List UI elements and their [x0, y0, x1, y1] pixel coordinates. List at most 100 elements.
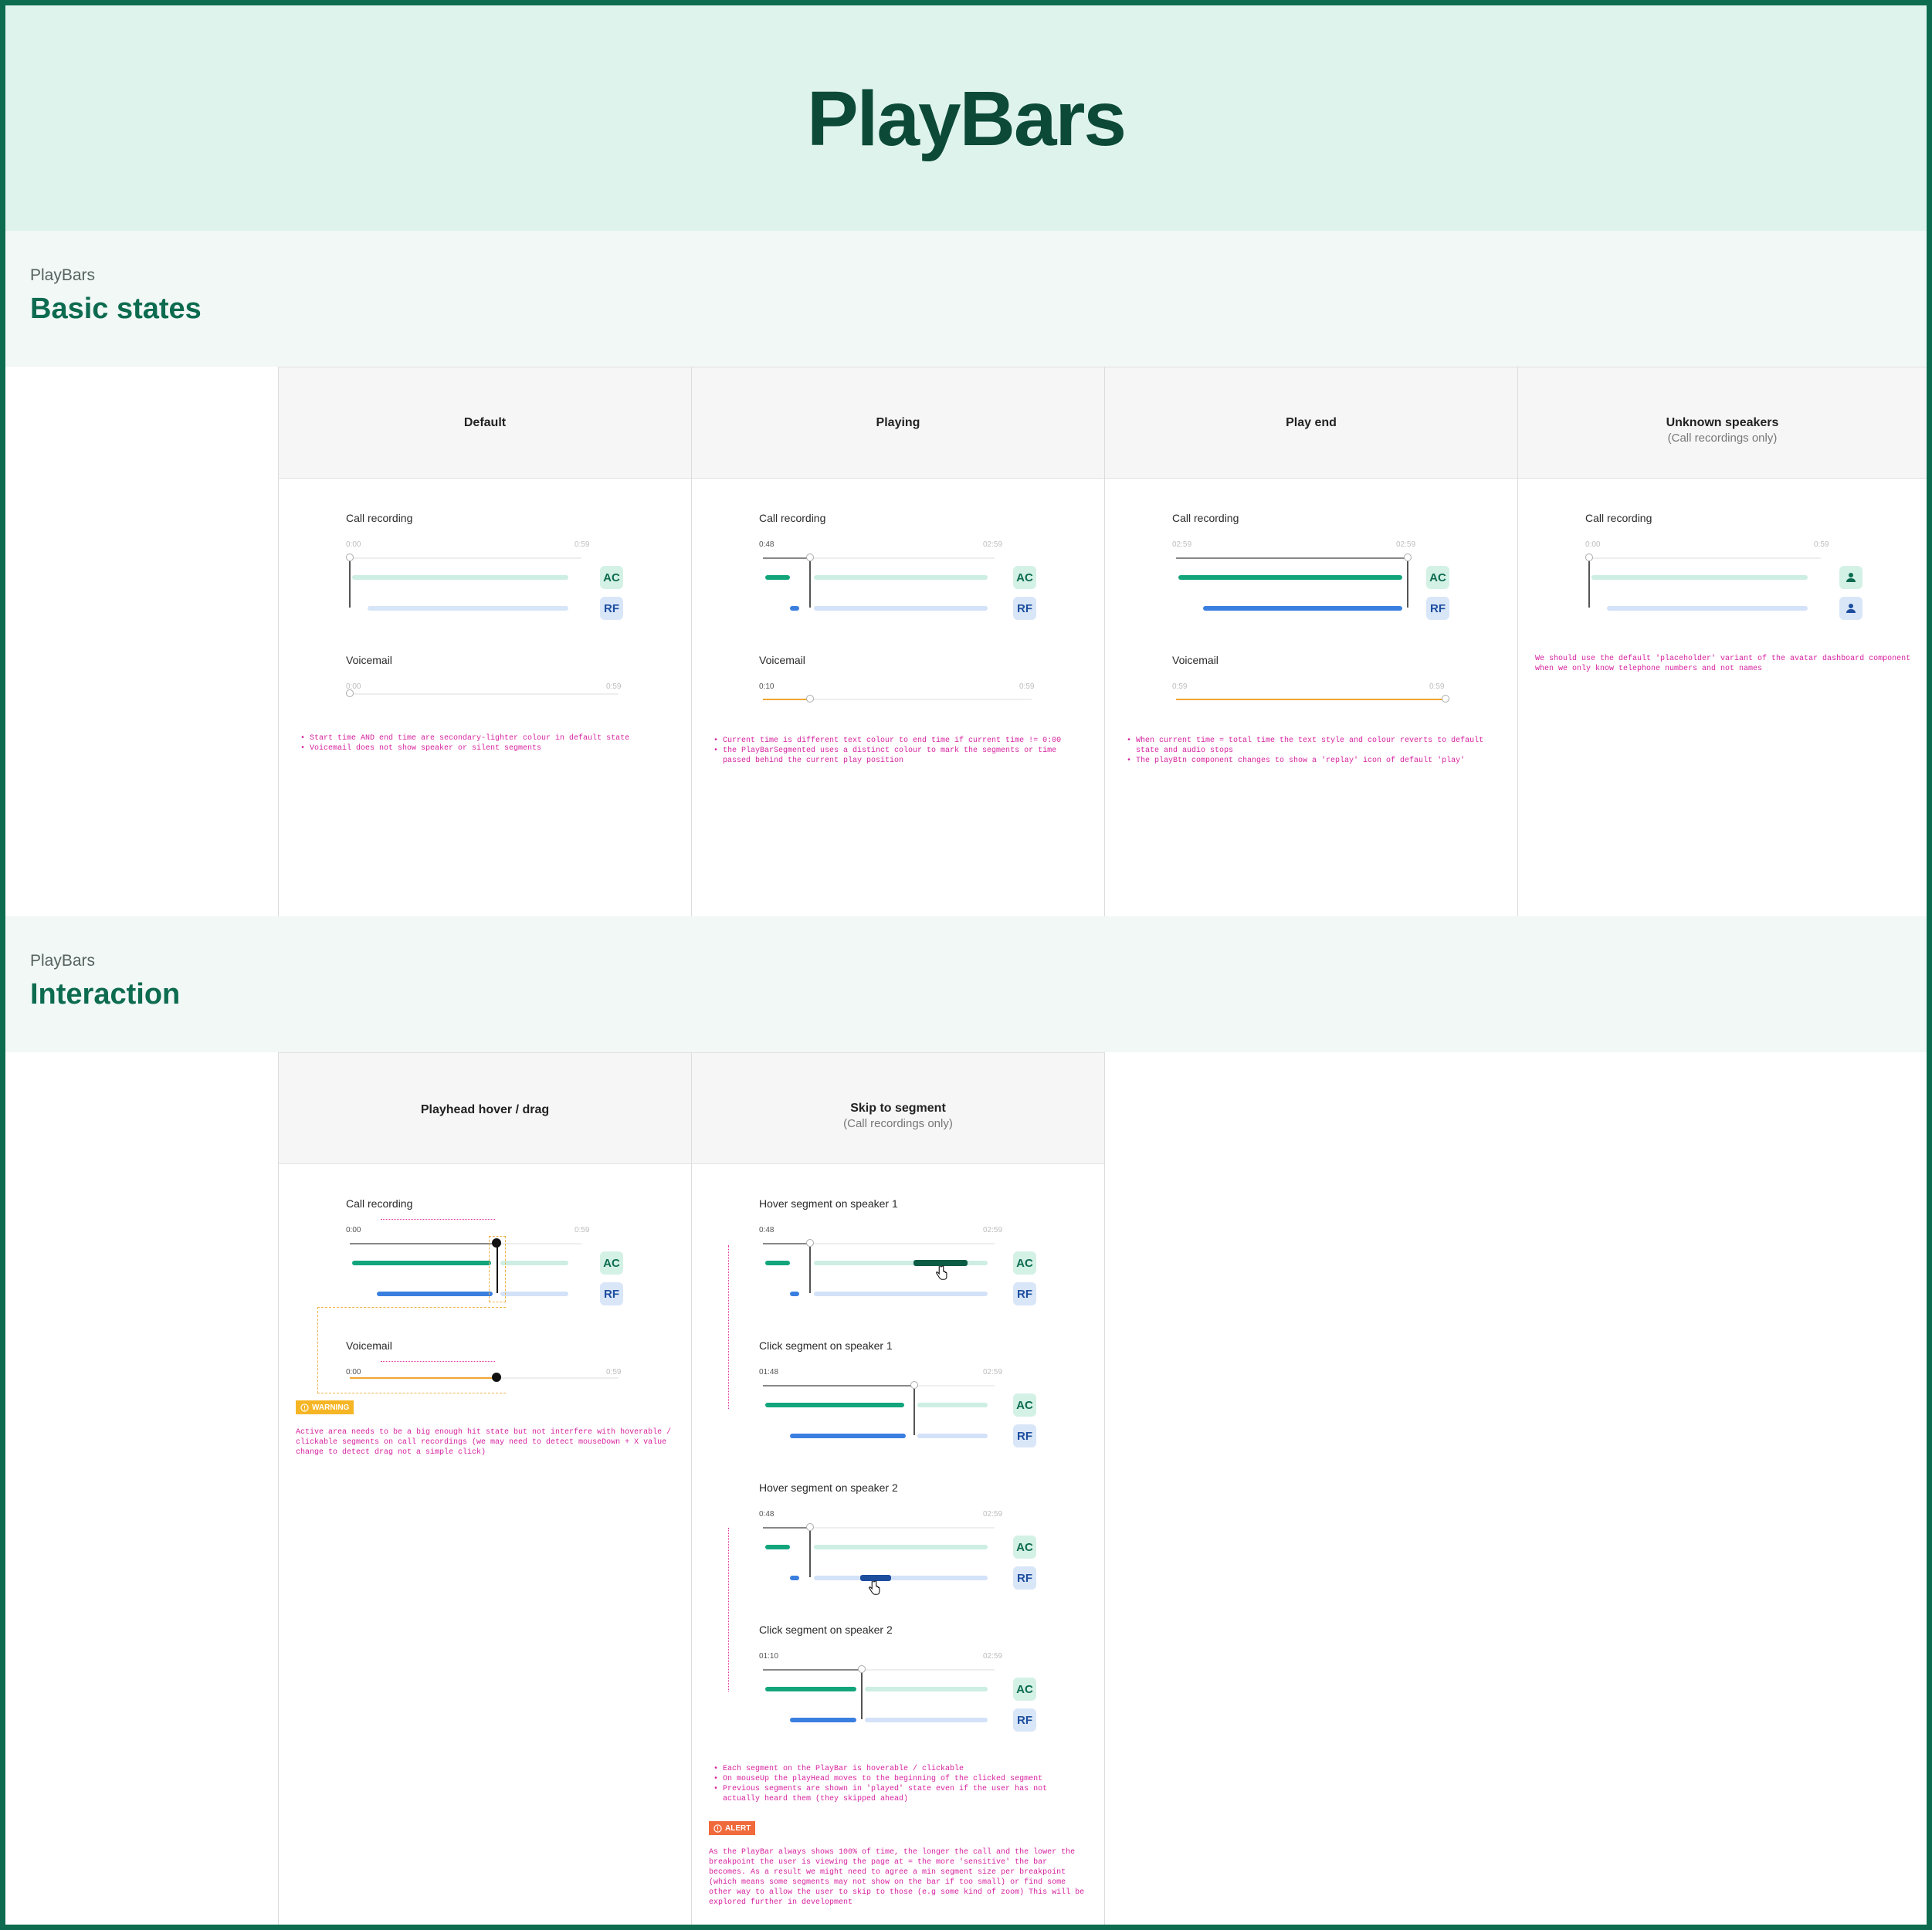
playhead-knob[interactable]	[806, 554, 814, 561]
speaker2-segment-played[interactable]	[790, 1576, 799, 1580]
speaker1-segment-played[interactable]	[765, 1687, 856, 1691]
alert-badge: ALERT	[709, 1821, 756, 1835]
annotation-note: We should use the default 'placeholder' …	[1535, 655, 1911, 673]
column-play-end: Play end Call recording 02:59 02:59 AC R…	[1104, 367, 1518, 917]
annotation-note: • When current time = total time the tex…	[1127, 736, 1484, 765]
speaker2-track[interactable]	[814, 1576, 988, 1580]
progress-track	[809, 557, 995, 559]
end-time: 02:59	[983, 540, 1003, 549]
end-time: 0:59	[1019, 682, 1035, 691]
playhead-knob[interactable]	[806, 695, 814, 703]
click-speaker2-label: Click segment on speaker 2	[759, 1624, 893, 1636]
speaker1-track[interactable]	[865, 1687, 988, 1691]
column-unknown-speakers: Unknown speakers (Call recordings only) …	[1517, 367, 1927, 917]
click-speaker1-label: Click segment on speaker 1	[759, 1339, 893, 1352]
avatar-rf: RF	[600, 1282, 623, 1305]
hover-speaker2-label: Hover segment on speaker 2	[759, 1481, 898, 1494]
hand-cursor-icon	[936, 1265, 947, 1280]
speaker1-track[interactable]	[500, 1261, 568, 1265]
speaker2-segment-played[interactable]	[790, 1292, 799, 1296]
playhead-line	[809, 561, 811, 608]
progress-track	[809, 1527, 995, 1529]
playhead-knob[interactable]	[1442, 695, 1449, 703]
flow-arrow	[728, 1528, 729, 1691]
call-recording-label: Call recording	[1172, 512, 1239, 524]
progress-track	[809, 1243, 995, 1244]
playhead-knob[interactable]	[1404, 554, 1412, 561]
speaker1-segment-played[interactable]	[765, 575, 790, 580]
column-header: Playing	[692, 367, 1104, 479]
call-recording-label: Call recording	[346, 1197, 413, 1210]
speaker2-segment-played[interactable]	[790, 606, 799, 611]
column-hover-drag: Playhead hover / drag Call recording 0:0…	[278, 1052, 692, 1925]
warning-label: WARNING	[312, 1403, 350, 1412]
column-header: Skip to segment (Call recordings only)	[692, 1052, 1104, 1164]
speaker1-segment-played[interactable]	[352, 1261, 491, 1265]
section-basic-header: PlayBars Basic states	[5, 231, 1927, 367]
call-recording-label: Call recording	[1585, 512, 1652, 524]
playhead-knob[interactable]	[806, 1523, 814, 1531]
speaker2-segment-played[interactable]	[377, 1292, 493, 1296]
avatar-rf: RF	[1013, 1282, 1036, 1305]
speaker1-segment-played[interactable]	[765, 1403, 904, 1407]
playhead-knob-dragging[interactable]	[492, 1373, 501, 1382]
avatar-ac: AC	[1013, 1251, 1036, 1275]
speaker2-track[interactable]	[814, 1292, 988, 1296]
speaker2-segment-played[interactable]	[790, 1434, 906, 1438]
column-header: Unknown speakers (Call recordings only)	[1518, 367, 1927, 479]
playhead-line	[861, 1673, 863, 1719]
column-title: Skip to segment	[850, 1102, 946, 1115]
section-interaction-title: Interaction	[30, 978, 181, 1011]
avatar-rf: RF	[1013, 597, 1036, 620]
avatar-rf: RF	[1426, 597, 1449, 620]
end-time: 0:59	[1814, 540, 1829, 549]
progress-played	[763, 1243, 809, 1244]
speaker2-track-played[interactable]	[1203, 606, 1402, 611]
end-time: 0:59	[575, 1226, 590, 1234]
page-title: PlayBars	[806, 76, 1127, 162]
current-time: 01:48	[759, 1368, 779, 1376]
end-time: 02:59	[983, 1652, 1003, 1661]
voicemail-label: Voicemail	[346, 654, 392, 666]
playhead-knob[interactable]	[346, 689, 354, 697]
speaker1-track-played[interactable]	[1178, 575, 1402, 580]
speaker1-track[interactable]	[917, 1403, 988, 1407]
speaker2-track[interactable]	[814, 606, 988, 611]
speaker1-track[interactable]	[1591, 575, 1808, 580]
speaker2-track[interactable]	[865, 1718, 988, 1722]
progress-played	[1176, 557, 1408, 559]
progress-played	[763, 1669, 861, 1671]
progress-track	[913, 1385, 995, 1387]
playhead-line	[349, 561, 351, 608]
speaker1-track[interactable]	[814, 575, 988, 580]
speaker2-track[interactable]	[368, 606, 568, 611]
column-title: Playhead hover / drag	[420, 1103, 550, 1116]
speaker1-track[interactable]	[352, 575, 568, 580]
speaker2-track[interactable]	[500, 1292, 568, 1296]
speaker1-segment-played[interactable]	[765, 1261, 790, 1265]
playhead-knob[interactable]	[858, 1665, 866, 1673]
current-time: 0:00	[346, 1226, 361, 1234]
speaker2-track[interactable]	[917, 1434, 988, 1438]
section-interaction-header: PlayBars Interaction	[5, 916, 1927, 1052]
playhead-knob[interactable]	[806, 1239, 814, 1247]
progress-track	[1589, 557, 1821, 559]
current-time: 0:00	[346, 1368, 361, 1376]
column-title: Unknown speakers	[1666, 416, 1779, 429]
playhead-knob[interactable]	[346, 554, 354, 561]
column-skip-to-segment: Skip to segment (Call recordings only) H…	[691, 1052, 1105, 1925]
section-interaction-subtitle: PlayBars	[30, 952, 96, 970]
speaker2-track[interactable]	[1607, 606, 1808, 611]
playhead-knob[interactable]	[1585, 554, 1593, 561]
flow-arrow	[728, 1245, 729, 1409]
end-time: 02:59	[1396, 540, 1416, 549]
speaker1-track[interactable]	[814, 1545, 988, 1549]
playhead-knob[interactable]	[910, 1381, 918, 1389]
end-time: 02:59	[983, 1368, 1003, 1376]
speaker1-segment-played[interactable]	[765, 1545, 790, 1549]
speaker2-segment-played[interactable]	[790, 1718, 856, 1722]
avatar-ac: AC	[600, 566, 623, 589]
column-title: Play end	[1286, 416, 1337, 429]
drag-arrow	[381, 1361, 495, 1362]
progress-track	[350, 557, 581, 559]
